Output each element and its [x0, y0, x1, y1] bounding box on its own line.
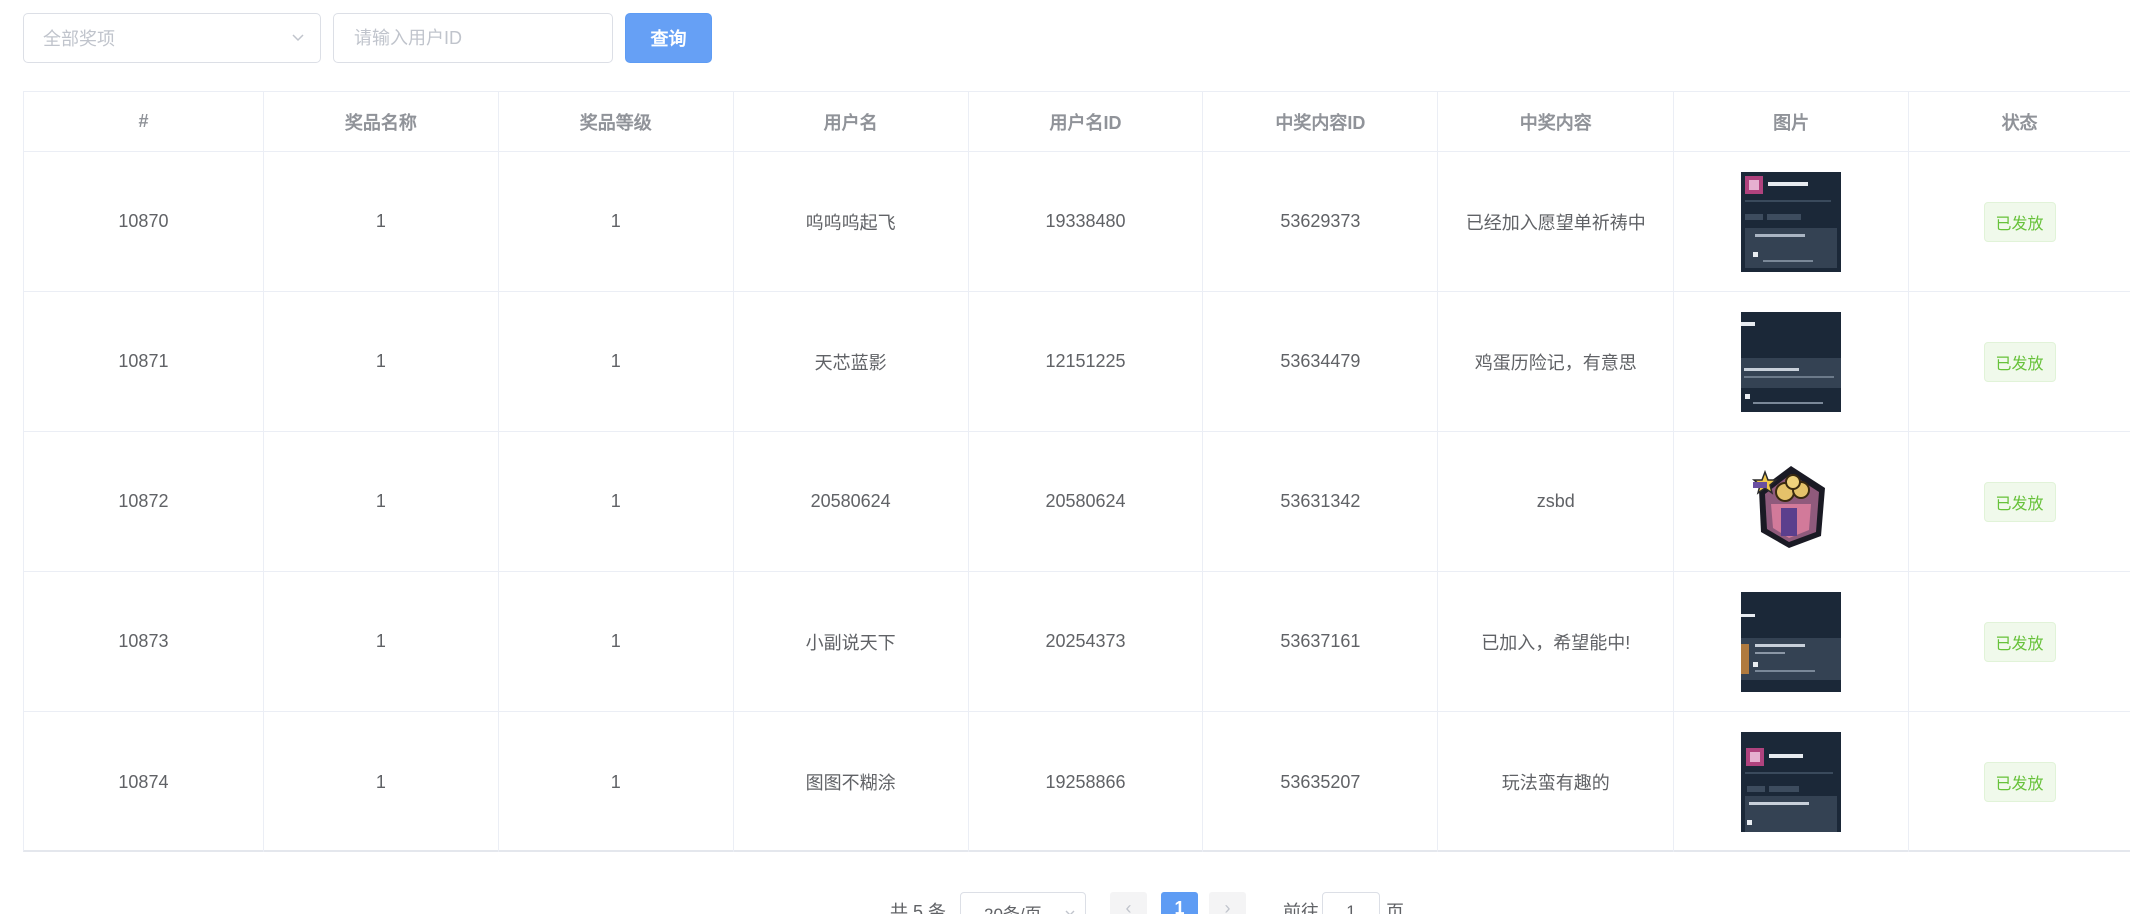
content-cell: zsbd: [1438, 432, 1675, 571]
user-id-cell: 20580624: [969, 432, 1204, 571]
user-id-cell: 12151225: [969, 292, 1204, 431]
awards-table: # 奖品名称 奖品等级 用户名 用户名ID 中奖内容ID 中奖内容 图片 状态 …: [23, 91, 2130, 852]
column-header-index: #: [24, 92, 264, 151]
prize-name-cell: 1: [264, 152, 499, 291]
content-cell: 已经加入愿望单祈祷中: [1438, 152, 1675, 291]
content-id-cell: 53635207: [1203, 712, 1439, 852]
status-cell: 已发放: [1909, 572, 2130, 711]
column-header-username: 用户名: [734, 92, 969, 151]
column-header-content: 中奖内容: [1438, 92, 1675, 151]
page-number-current[interactable]: 1: [1161, 892, 1198, 914]
username-cell: 图图不糊涂: [734, 712, 969, 852]
status-badge: 已发放: [1983, 341, 2056, 382]
row-index: 10873: [24, 572, 264, 711]
table-row: 10873 1 1 小副说天下 20254373 53637161 已加入，希望…: [24, 572, 2130, 712]
user-id-input[interactable]: [333, 13, 613, 63]
row-index: 10874: [24, 712, 264, 852]
next-page-button[interactable]: ›: [1209, 892, 1246, 914]
username-cell: 小副说天下: [734, 572, 969, 711]
prize-name-cell: 1: [264, 432, 499, 571]
page-size-label: 20条/页: [984, 905, 1042, 914]
column-header-content-id: 中奖内容ID: [1203, 92, 1439, 151]
table-row: 10870 1 1 呜呜呜起飞 19338480 53629373 已经加入愿望…: [24, 152, 2130, 292]
screenshot-thumbnail[interactable]: [1741, 732, 1842, 832]
content-cell: 已加入，希望能中!: [1438, 572, 1675, 711]
column-header-prize-name: 奖品名称: [264, 92, 499, 151]
pagination: 共 5 条 20条/页 ‹ 1 › 前往 页: [0, 890, 2130, 914]
prize-level-cell: 1: [499, 712, 734, 852]
user-id-cell: 20254373: [969, 572, 1204, 711]
image-cell: [1674, 572, 1910, 711]
prev-page-button[interactable]: ‹: [1110, 892, 1147, 914]
status-badge: 已发放: [1983, 201, 2056, 242]
username-cell: 20580624: [734, 432, 969, 571]
prize-name-cell: 1: [264, 712, 499, 852]
content-id-cell: 53637161: [1203, 572, 1439, 711]
user-id-cell: 19338480: [969, 152, 1204, 291]
prize-level-cell: 1: [499, 572, 734, 711]
image-cell: [1674, 292, 1910, 431]
chevron-down-icon: [292, 34, 304, 42]
prize-name-cell: 1: [264, 572, 499, 711]
column-header-status: 状态: [2001, 112, 2038, 133]
column-header-image: 图片: [1674, 92, 1910, 151]
status-badge: 已发放: [1983, 762, 2056, 802]
username-cell: 呜呜呜起飞: [734, 152, 969, 291]
screenshot-thumbnail[interactable]: [1741, 591, 1842, 692]
row-index: 10872: [24, 432, 264, 571]
table-header: # 奖品名称 奖品等级 用户名 用户名ID 中奖内容ID 中奖内容 图片 状态: [24, 92, 2130, 152]
chevron-down-icon: [1065, 910, 1075, 914]
row-index: 10870: [24, 152, 264, 291]
column-header-prize-level: 奖品等级: [499, 92, 734, 151]
image-cell: [1674, 712, 1910, 852]
content-id-cell: 53629373: [1203, 152, 1439, 291]
image-cell: [1674, 432, 1910, 571]
prize-level-cell: 1: [499, 292, 734, 431]
table-row: 10872 1 1 20580624 20580624 53631342 zsb…: [24, 432, 2130, 572]
column-header-user-id: 用户名ID: [969, 92, 1204, 151]
username-cell: 天芯蓝影: [734, 292, 969, 431]
status-cell: 已发放: [1909, 152, 2130, 291]
content-cell: 鸡蛋历险记，有意思: [1438, 292, 1675, 431]
screenshot-thumbnail[interactable]: [1741, 171, 1842, 272]
screenshot-thumbnail[interactable]: [1741, 311, 1842, 412]
prize-type-select[interactable]: 全部奖项: [23, 13, 321, 63]
treasure-box-icon[interactable]: [1741, 452, 1841, 552]
query-button[interactable]: 查询: [625, 13, 712, 63]
status-cell: 已发放: [1909, 292, 2130, 431]
prize-name-cell: 1: [264, 292, 499, 431]
image-cell: [1674, 152, 1910, 291]
row-index: 10871: [24, 292, 264, 431]
status-cell: 已发放: [1909, 432, 2130, 571]
content-cell: 玩法蛮有趣的: [1438, 712, 1675, 852]
goto-unit-label: 页: [1386, 902, 1404, 914]
status-badge: 已发放: [1983, 621, 2056, 662]
page-size-select[interactable]: 20条/页: [960, 892, 1086, 914]
content-id-cell: 53631342: [1203, 432, 1439, 571]
status-badge: 已发放: [1983, 481, 2056, 522]
prize-level-cell: 1: [499, 152, 734, 291]
goto-page-input[interactable]: [1322, 892, 1380, 914]
status-cell: 已发放: [1909, 712, 2130, 852]
table-row: 10871 1 1 天芯蓝影 12151225 53634479 鸡蛋历险记，有…: [24, 292, 2130, 432]
table-row: 10874 1 1 图图不糊涂 19258866 53635207 玩法蛮有趣的…: [24, 712, 2130, 852]
content-id-cell: 53634479: [1203, 292, 1439, 431]
user-id-cell: 19258866: [969, 712, 1204, 852]
pagination-total: 共 5 条: [890, 902, 947, 914]
goto-label: 前往: [1283, 902, 1319, 914]
prize-type-select-placeholder: 全部奖项: [43, 29, 115, 49]
prize-level-cell: 1: [499, 432, 734, 571]
